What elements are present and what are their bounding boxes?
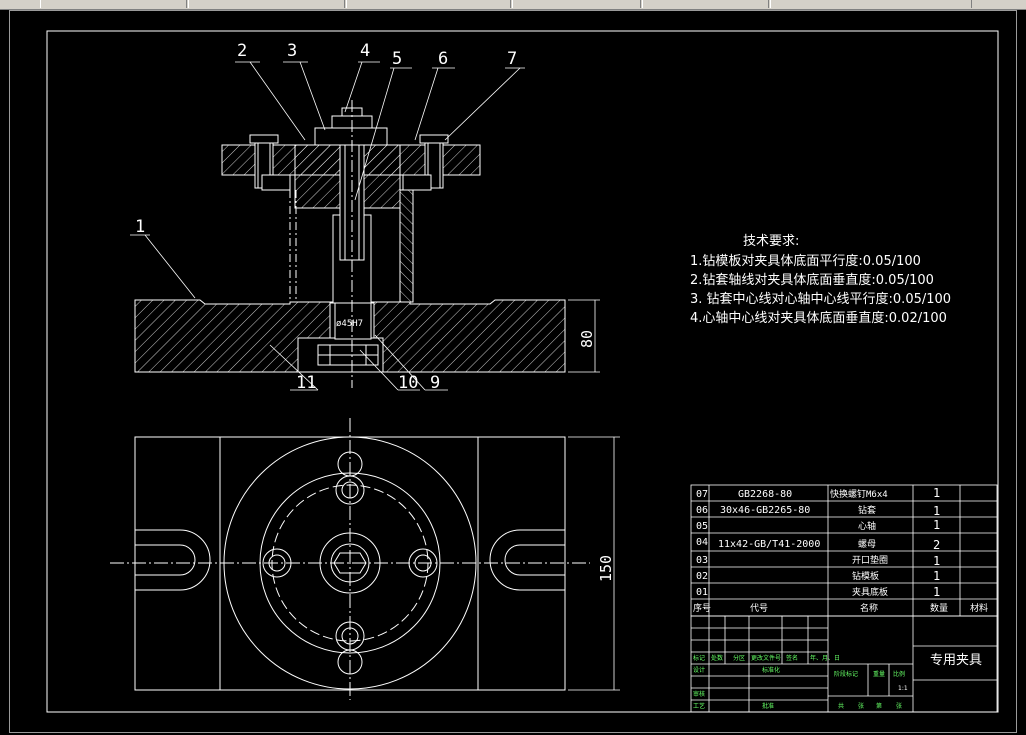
svg-text:07: 07 — [696, 489, 708, 500]
bom-rows: 07 GB2268-80 快换螺钉M6x4 1 06 30x46-GB2265-80 钻套… — [693, 486, 988, 614]
bom-header: 序号 代号 名称 数量 材料 — [693, 602, 988, 614]
front-section-view — [134, 100, 566, 388]
balloon-9: 9 — [430, 373, 440, 393]
dimension-80-label: 80 — [578, 330, 596, 348]
tech-requirement-3: 3. 钻套中心线对心轴中心线平行度:0.05/100 — [690, 291, 951, 307]
dimension-150-label: 150 — [597, 555, 615, 582]
balloon-11: 11 — [296, 373, 316, 393]
svg-text:1:1: 1:1 — [898, 685, 908, 692]
svg-text:04: 04 — [696, 537, 708, 548]
svg-text:处数: 处数 — [711, 654, 723, 662]
tech-requirement-1: 1.钻模板对夹具体底面平行度:0.05/100 — [690, 253, 921, 269]
svg-text:11x42-GB/T41-2000: 11x42-GB/T41-2000 — [718, 539, 820, 550]
svg-text:工艺: 工艺 — [693, 702, 705, 710]
bom-row: 03 开口垫圈 1 — [696, 554, 940, 568]
svg-text:标准化: 标准化 — [762, 666, 780, 674]
balloon-2: 2 — [237, 41, 247, 61]
svg-text:05: 05 — [696, 521, 708, 532]
svg-text:钻套: 钻套 — [858, 504, 876, 516]
tech-requirements: 技术要求: 1.钻模板对夹具体底面平行度:0.05/100 2.钻套轴线对夹具体… — [690, 234, 951, 326]
svg-text:心轴: 心轴 — [858, 520, 876, 532]
svg-text:夹具底板: 夹具底板 — [852, 586, 888, 598]
balloon-3: 3 — [287, 41, 297, 61]
svg-text:开口垫圈: 开口垫圈 — [852, 554, 888, 566]
svg-text:张: 张 — [896, 702, 902, 710]
svg-text:年、月、日: 年、月、日 — [810, 654, 840, 662]
svg-text:张: 张 — [858, 702, 864, 710]
svg-text:1: 1 — [933, 486, 940, 500]
svg-text:06: 06 — [696, 505, 708, 516]
svg-text:序号: 序号 — [693, 602, 711, 614]
bom-row: 06 30x46-GB2265-80 钻套 1 — [696, 504, 940, 518]
right-pillar — [399, 189, 414, 303]
fit-label: ø45H7 — [336, 319, 363, 329]
balloon-6: 6 — [438, 49, 448, 69]
bom-row: 01 夹具底板 1 — [696, 585, 940, 599]
svg-text:共: 共 — [838, 702, 844, 710]
svg-text:比例: 比例 — [893, 670, 905, 678]
svg-text:分区: 分区 — [733, 654, 745, 662]
svg-text:03: 03 — [696, 555, 708, 566]
svg-text:阶段标记: 阶段标记 — [834, 670, 858, 678]
balloon-1: 1 — [135, 217, 145, 237]
svg-text:1: 1 — [933, 554, 940, 568]
svg-text:01: 01 — [696, 587, 708, 598]
svg-text:GB2268-80: GB2268-80 — [738, 489, 792, 500]
svg-text:数量: 数量 — [930, 602, 948, 614]
svg-text:名称: 名称 — [860, 602, 878, 614]
svg-text:设计: 设计 — [693, 666, 705, 674]
svg-text:签名: 签名 — [786, 654, 798, 662]
tech-requirements-title: 技术要求: — [743, 234, 799, 249]
top-view — [110, 418, 590, 700]
bom-row: 04 11x42-GB/T41-2000 螺母 2 — [696, 537, 940, 552]
svg-text:标记: 标记 — [693, 654, 705, 662]
svg-text:1: 1 — [933, 504, 940, 518]
svg-text:材料: 材料 — [970, 602, 988, 614]
svg-text:快换螺钉M6x4: 快换螺钉M6x4 — [830, 488, 888, 500]
title-block-text: 专用夹具 1:1 标记 处数 分区 更改文件号 签名 年、月、日 设计 标准化 … — [693, 653, 982, 710]
svg-text:02: 02 — [696, 571, 708, 582]
balloon-4: 4 — [360, 41, 370, 61]
bom-row: 02 钻模板 1 — [696, 569, 940, 583]
cad-drawing-canvas[interactable]: 2 3 4 5 6 7 1 11 10 9 80 ø45H7 150 技术要求:… — [0, 0, 1026, 735]
svg-text:代号: 代号 — [750, 603, 768, 614]
balloon-10: 10 — [398, 373, 418, 393]
svg-text:1: 1 — [933, 518, 940, 532]
drawing-title: 专用夹具 — [930, 653, 982, 668]
svg-text:2: 2 — [933, 538, 940, 552]
svg-text:30x46-GB2265-80: 30x46-GB2265-80 — [720, 505, 810, 516]
bom-row: 07 GB2268-80 快换螺钉M6x4 1 — [696, 486, 940, 500]
svg-text:1: 1 — [933, 585, 940, 599]
svg-text:重量: 重量 — [873, 670, 885, 678]
svg-text:螺母: 螺母 — [858, 539, 876, 550]
tech-requirement-2: 2.钻套轴线对夹具体底面垂直度:0.05/100 — [690, 272, 934, 288]
bom-row: 05 心轴 1 — [696, 518, 940, 532]
svg-text:1: 1 — [933, 569, 940, 583]
svg-text:更改文件号: 更改文件号 — [751, 654, 781, 662]
top-washer — [314, 127, 388, 146]
svg-text:钻模板: 钻模板 — [852, 570, 879, 582]
svg-text:第: 第 — [876, 702, 882, 710]
balloon-5: 5 — [392, 49, 402, 69]
svg-text:审核: 审核 — [693, 690, 705, 698]
svg-text:批准: 批准 — [762, 702, 774, 710]
balloon-7: 7 — [507, 49, 517, 69]
tech-requirement-4: 4.心轴中心线对夹具体底面垂直度:0.02/100 — [690, 310, 947, 326]
